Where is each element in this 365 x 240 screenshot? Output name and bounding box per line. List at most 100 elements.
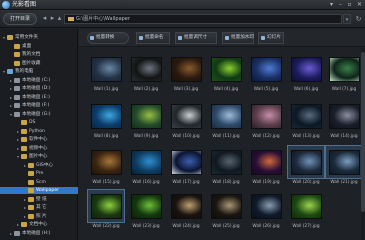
window-title: 光影看图 bbox=[12, 1, 37, 8]
open-directory-button[interactable]: 打开目录 bbox=[3, 13, 37, 25]
tree-item[interactable]: ▸ 文档中心 bbox=[0, 221, 78, 228]
tree-item[interactable]: 桌面 bbox=[0, 43, 78, 50]
thumbnail-item[interactable]: Wall (26).jpg bbox=[247, 189, 285, 232]
thumbnail-item[interactable]: Wall (7).jpg bbox=[325, 52, 363, 95]
path-input[interactable]: G:\图片中心\Wallpaper bbox=[64, 14, 342, 24]
tree-item[interactable]: Wallpaper bbox=[0, 187, 78, 194]
tree-item[interactable]: Scm bbox=[0, 179, 78, 186]
close-button[interactable]: ✕ bbox=[355, 1, 364, 9]
tree-item[interactable]: ▾ 本地磁盘 (G:) bbox=[0, 111, 78, 118]
file-name: Wall (23).jpg bbox=[132, 224, 160, 229]
thumbnail-frame bbox=[167, 145, 205, 179]
thumbnail-item[interactable]: Wall (25).jpg bbox=[207, 189, 245, 232]
thumbnail-item[interactable]: Wall (9).jpg bbox=[127, 99, 165, 142]
thumbnail-item[interactable]: Wall (3).jpg bbox=[167, 52, 205, 95]
expand-toggle-icon[interactable]: ▸ bbox=[23, 162, 27, 169]
thumbnail-item[interactable]: Wall (27).jpg bbox=[287, 189, 325, 232]
tree-item[interactable]: ▸ 本地磁盘 (F:) bbox=[0, 102, 78, 109]
thumbnail-gallery: Wall (1).jpg Wall (2).jpg Wall (3).jpg Wall… bbox=[79, 48, 363, 240]
batch-rename-button[interactable]: 批量命名 bbox=[136, 32, 170, 44]
tree-item-label: 本地磁盘 (H:) bbox=[22, 230, 51, 236]
folder-icon bbox=[28, 171, 34, 176]
batch-resize-button[interactable]: 批量调尺寸 bbox=[175, 32, 217, 44]
tree-item-label: 壁 纸 bbox=[36, 196, 47, 202]
expand-toggle-icon[interactable]: ▸ bbox=[9, 77, 13, 84]
tree-item[interactable]: 图片收藏 bbox=[0, 60, 78, 67]
tree-item[interactable]: ▸ 本地磁盘 (D:) bbox=[0, 85, 78, 92]
thumbnail-item[interactable]: Wall (12).jpg bbox=[247, 99, 285, 142]
expand-toggle-icon[interactable]: ▸ bbox=[9, 94, 13, 101]
file-name: Wall (21).jpg bbox=[330, 180, 358, 185]
slideshow-button[interactable]: 幻灯片 bbox=[258, 32, 284, 44]
thumbnail-frame bbox=[167, 52, 205, 86]
expand-toggle-icon[interactable]: ▸ bbox=[9, 102, 13, 109]
tree-item[interactable]: ▸ 照 片 bbox=[0, 213, 78, 220]
thumbnail-item[interactable]: Wall (14).jpg bbox=[325, 99, 363, 142]
tree-item[interactable]: ▸ 软件中心 bbox=[0, 136, 78, 143]
file-name: Wall (20).jpg bbox=[292, 180, 320, 185]
batch-watermark-button[interactable]: 批量加水印 bbox=[222, 32, 254, 44]
tree-item[interactable]: Pre bbox=[0, 170, 78, 177]
expand-toggle-icon[interactable]: ▾ bbox=[16, 153, 20, 160]
expand-toggle-icon[interactable]: ▾ bbox=[2, 34, 6, 41]
expand-toggle-icon[interactable]: ▸ bbox=[16, 221, 20, 228]
thumbnail-item[interactable]: Wall (16).jpg bbox=[127, 145, 165, 188]
thumbnail-item[interactable]: Wall (19).jpg bbox=[247, 145, 285, 188]
tree-item[interactable]: ▸ 本地磁盘 (C:) bbox=[0, 77, 78, 84]
minimize-button[interactable]: – bbox=[336, 1, 345, 9]
thumbnail-item[interactable]: Wall (24).jpg bbox=[167, 189, 205, 232]
thumbnail-item[interactable]: Wall (18).jpg bbox=[207, 145, 245, 188]
expand-toggle-icon[interactable]: ▾ bbox=[9, 111, 13, 118]
thumbnail-item[interactable]: Wall (22).jpg bbox=[87, 189, 125, 232]
thumbnail-item[interactable]: Wall (1).jpg bbox=[87, 52, 125, 95]
thumbnail-item[interactable]: Wall (17).jpg bbox=[167, 145, 205, 188]
expand-toggle-icon[interactable]: ▾ bbox=[2, 68, 6, 75]
tree-item[interactable]: ▸ 本地磁盘 (H:) bbox=[0, 230, 78, 237]
thumbnail-item[interactable]: Wall (4).jpg bbox=[207, 52, 245, 95]
tree-item[interactable]: ▸ 其 它 bbox=[0, 204, 78, 211]
file-name: Wall (13).jpg bbox=[292, 134, 320, 139]
file-name: Wall (8).jpg bbox=[93, 134, 119, 139]
gallery-scrollbar[interactable] bbox=[361, 48, 365, 240]
tree-item[interactable]: ▾ 常用文件夹 bbox=[0, 34, 78, 41]
thumbnail-item[interactable]: Wall (23).jpg bbox=[127, 189, 165, 232]
thumbnail-item[interactable]: Wall (10).jpg bbox=[167, 99, 205, 142]
up-folder-icon[interactable]: ▴ bbox=[55, 14, 64, 23]
tree-item[interactable]: ▸ 本地磁盘 (E:) bbox=[0, 94, 78, 101]
thumbnail-image bbox=[91, 57, 122, 82]
action-icon bbox=[178, 36, 182, 40]
tree-item[interactable]: ▸ GIS中心 bbox=[0, 162, 78, 169]
refresh-icon[interactable]: ↻ bbox=[354, 14, 363, 24]
tree-item[interactable]: ▾ 图片中心 bbox=[0, 153, 78, 160]
thumbnail-item[interactable]: Wall (6).jpg bbox=[287, 52, 325, 95]
thumbnail-item[interactable]: Wall (11).jpg bbox=[207, 99, 245, 142]
expand-toggle-icon[interactable]: ▸ bbox=[16, 145, 20, 152]
expand-toggle-icon[interactable]: ▸ bbox=[9, 85, 13, 92]
tree-item[interactable]: ▾ 我的电脑 bbox=[0, 68, 78, 75]
expand-toggle-icon[interactable]: ▸ bbox=[23, 196, 27, 203]
tree-item[interactable]: 我的文档 bbox=[0, 51, 78, 58]
expand-toggle-icon[interactable]: ▸ bbox=[16, 128, 20, 135]
tree-item[interactable]: ▸ 壁 纸 bbox=[0, 196, 78, 203]
thumbnail-item[interactable]: Wall (8).jpg bbox=[87, 99, 125, 142]
thumbnail-item[interactable]: Wall (13).jpg bbox=[287, 99, 325, 142]
tree-item[interactable]: DS bbox=[0, 119, 78, 126]
thumbnail-item[interactable]: Wall (21).jpg bbox=[325, 145, 363, 188]
tree-item[interactable]: ▸ Python bbox=[0, 128, 78, 135]
thumbnail-image bbox=[291, 104, 322, 129]
path-history-dropdown[interactable]: ▾ bbox=[343, 14, 351, 24]
expand-toggle-icon[interactable]: ▸ bbox=[9, 230, 13, 237]
thumbnail-item[interactable]: Wall (2).jpg bbox=[127, 52, 165, 95]
batch-convert-button[interactable]: 批量转换 bbox=[87, 32, 129, 44]
tree-item-label: Python bbox=[29, 128, 45, 134]
scrollbar-thumb[interactable] bbox=[361, 52, 365, 212]
expand-toggle-icon[interactable]: ▸ bbox=[23, 213, 27, 220]
expand-toggle-icon[interactable]: ▸ bbox=[16, 136, 20, 143]
maximize-button[interactable]: ▫ bbox=[345, 1, 354, 9]
thumbnail-item[interactable]: Wall (5).jpg bbox=[247, 52, 285, 95]
thumbnail-item[interactable]: Wall (20).jpg bbox=[287, 145, 325, 188]
tree-item[interactable]: ▸ 视频中心 bbox=[0, 145, 78, 152]
thumbnail-item[interactable]: Wall (15).jpg bbox=[87, 145, 125, 188]
menu-dropdown-icon[interactable]: ▾ bbox=[327, 1, 336, 9]
expand-toggle-icon[interactable]: ▸ bbox=[23, 204, 27, 211]
